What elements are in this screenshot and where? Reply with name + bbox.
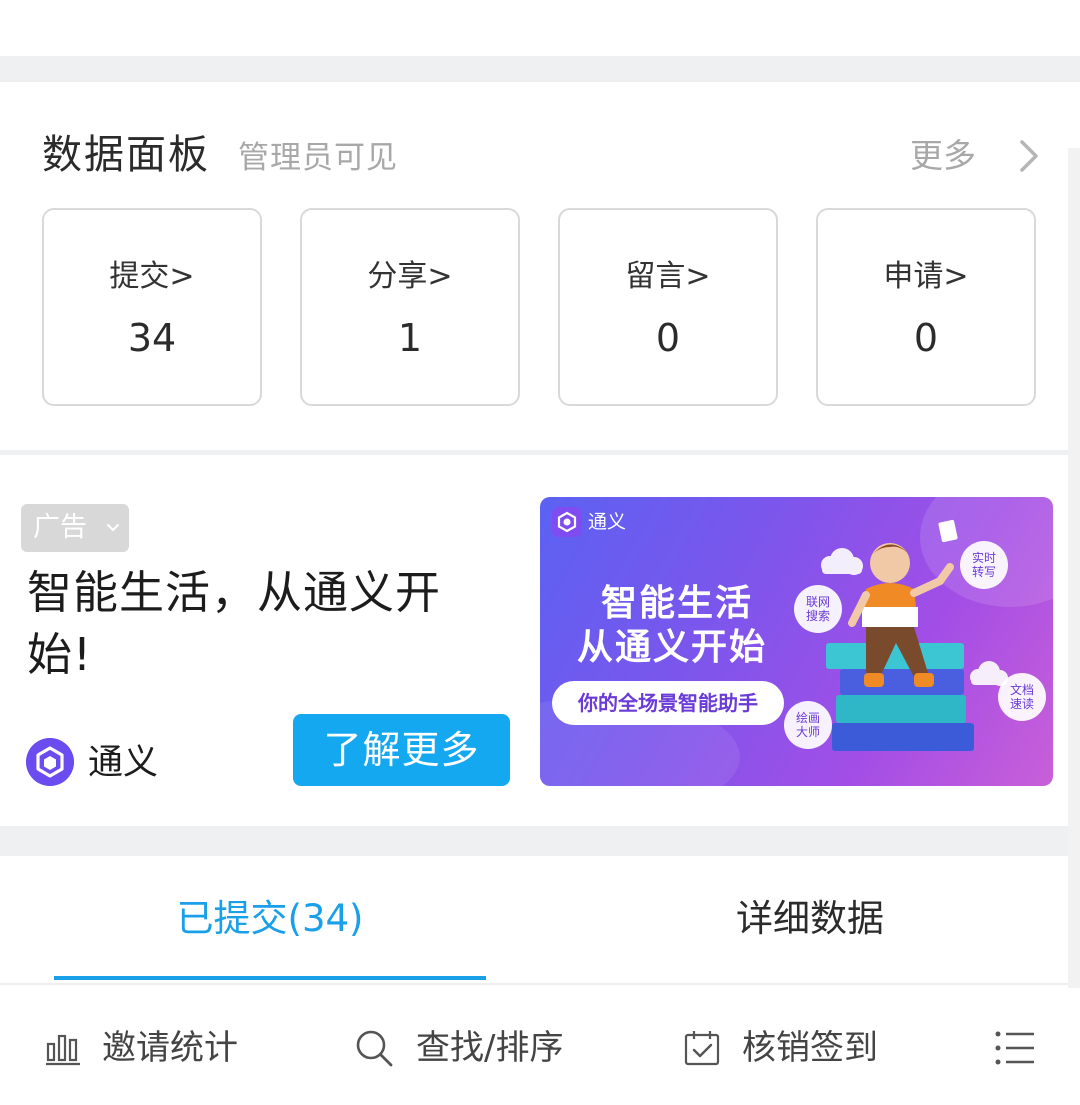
tab-detailed-data[interactable]: 详细数据 (594, 896, 1026, 942)
checkin-label: 核销签到 (742, 1028, 878, 1068)
menu-list-icon[interactable] (994, 1028, 1038, 1068)
dashboard-subtitle: 管理员可见 (238, 140, 398, 176)
bubble-text: 联网 (805, 595, 830, 609)
invite-stats-button[interactable]: 邀请统计 (44, 1024, 254, 1072)
banner-bubble: 绘画 大师 (784, 701, 832, 749)
banner-bubble: 联网 搜索 (794, 585, 842, 633)
ad-headline[interactable]: 智能生活，从通义开始! (27, 562, 497, 686)
search-sort-label: 查找/排序 (416, 1028, 564, 1068)
banner-headline-2: 从通义开始 (576, 627, 767, 668)
stat-value: 1 (397, 316, 423, 360)
tab-divider (0, 983, 1080, 985)
banner-brand: 通义 (588, 511, 627, 533)
bubble-text: 文档 (1009, 683, 1034, 697)
section-gap (0, 56, 1080, 82)
chevron-right-icon[interactable] (1014, 138, 1042, 174)
stat-label: 留言> (625, 259, 711, 294)
banner-tagline: 你的全场景智能助手 (552, 681, 784, 725)
invite-stats-label: 邀请统计 (102, 1028, 238, 1068)
banner-bubble: 文档 速读 (998, 673, 1046, 721)
dashboard-header: 数据面板 管理员可见 更多 (0, 82, 1080, 202)
stat-card-submit[interactable]: 提交> 34 (42, 208, 262, 406)
bubble-text: 大师 (795, 725, 820, 739)
chevron-down-icon (107, 524, 119, 532)
bubble-text: 绘画 (795, 711, 820, 725)
stat-value: 0 (913, 316, 939, 360)
bubble-text: 转写 (971, 565, 996, 579)
top-strip (0, 0, 1080, 56)
tongyi-logo-icon (26, 738, 74, 786)
ad-banner-image[interactable]: 通义 智能生活 从通义开始 你的全场景智能助手 联网 搜索 实时 转写 文档 速… (540, 497, 1053, 786)
stat-card-share[interactable]: 分享> 1 (300, 208, 520, 406)
checkin-button[interactable]: 核销签到 (682, 1024, 892, 1072)
search-sort-button[interactable]: 查找/排序 (354, 1024, 584, 1072)
ad-brand-name: 通义 (88, 743, 159, 783)
stat-value: 0 (655, 316, 681, 360)
section-gap (0, 826, 1080, 856)
stat-label: 申请> (883, 259, 969, 294)
stat-card-apply[interactable]: 申请> 0 (816, 208, 1036, 406)
stat-card-comment[interactable]: 留言> 0 (558, 208, 778, 406)
ad-tag[interactable]: 广告 (21, 504, 129, 552)
ad-tag-label: 广告 (33, 512, 87, 543)
active-tab-indicator (54, 976, 486, 980)
bubble-text: 搜索 (805, 609, 830, 623)
page: 数据面板 管理员可见 更多 提交> 34 分享> 1 留言> 0 申请> 0 广… (0, 0, 1080, 1105)
more-link[interactable]: 更多 (910, 136, 976, 176)
bubble-text: 速读 (1009, 697, 1034, 711)
tab-submitted[interactable]: 已提交(34) (54, 896, 486, 942)
banner-headline-1: 智能生活 (600, 583, 753, 624)
banner-bubble: 实时 转写 (960, 541, 1008, 589)
bar-chart-icon (46, 1034, 80, 1066)
learn-more-button[interactable]: 了解更多 (293, 714, 510, 786)
calendar-check-icon (684, 1031, 720, 1066)
banner-tongyi-icon (552, 507, 582, 537)
stat-label: 分享> (367, 259, 453, 294)
divider (0, 450, 1080, 455)
dashboard-title: 数据面板 (42, 132, 210, 178)
stat-label: 提交> (109, 259, 195, 294)
scrollbar[interactable] (1068, 148, 1080, 988)
stat-value: 34 (127, 316, 177, 360)
bubble-text: 实时 (971, 551, 996, 565)
search-icon (356, 1030, 393, 1067)
